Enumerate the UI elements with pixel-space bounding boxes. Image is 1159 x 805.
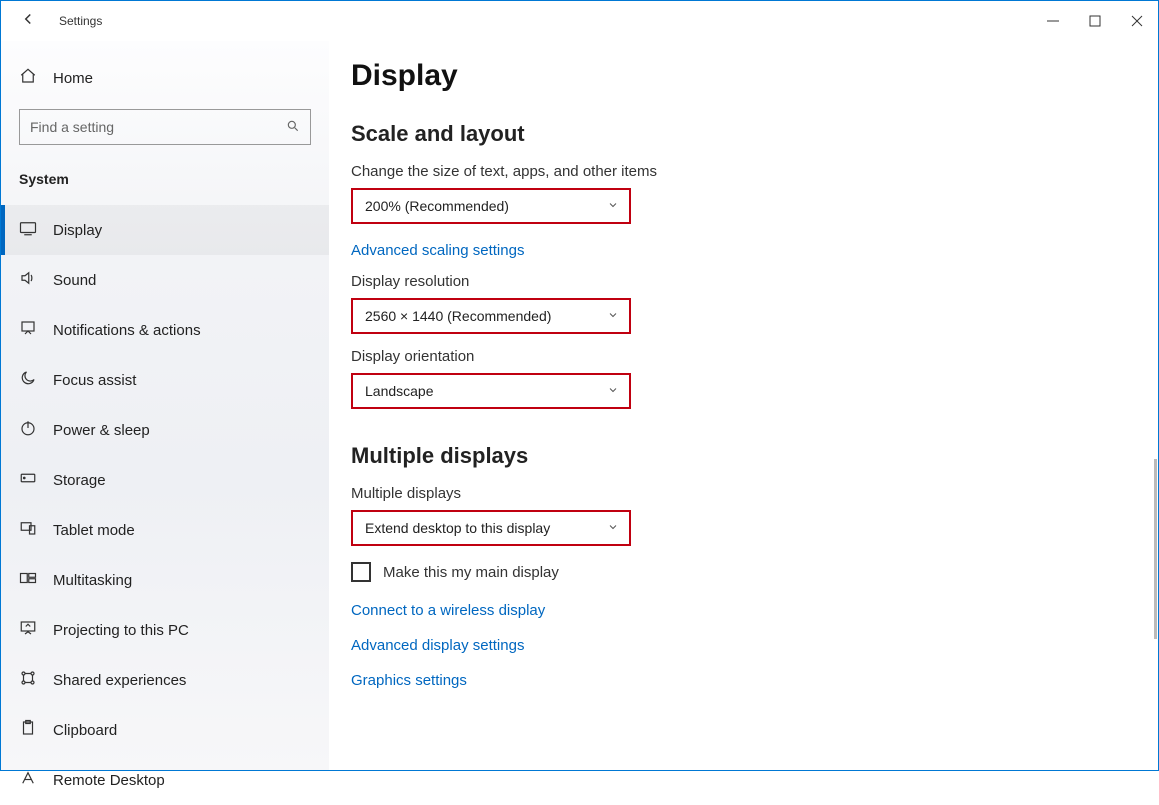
connect-wireless-link[interactable]: Connect to a wireless display [351,602,1128,619]
sidebar-item-projecting[interactable]: Projecting to this PC [1,605,329,655]
graphics-settings-link[interactable]: Graphics settings [351,672,1128,689]
search-placeholder: Find a setting [30,119,114,135]
resolution-dropdown[interactable]: 2560 × 1440 (Recommended) [351,298,631,334]
home-label: Home [53,70,93,87]
home-icon [19,67,37,89]
sidebar-item-label: Multitasking [53,572,132,589]
tablet-mode-icon [19,519,37,541]
search-input[interactable]: Find a setting [19,109,311,145]
main-display-checkbox-row[interactable]: Make this my main display [351,562,1128,582]
scrollbar-thumb[interactable] [1154,459,1157,639]
maximize-button[interactable] [1088,14,1102,28]
sidebar-item-tablet-mode[interactable]: Tablet mode [1,505,329,555]
display-icon [19,219,37,241]
sidebar-item-multitasking[interactable]: Multitasking [1,555,329,605]
multiple-displays-value: Extend desktop to this display [365,520,550,536]
sidebar-item-label: Storage [53,472,106,489]
app-title: Settings [59,14,102,28]
resolution-value: 2560 × 1440 (Recommended) [365,308,551,324]
scale-dropdown[interactable]: 200% (Recommended) [351,188,631,224]
chevron-down-icon [607,198,619,214]
sidebar-item-remote-desktop[interactable]: Remote Desktop [1,755,329,805]
sidebar-item-label: Projecting to this PC [53,622,189,639]
notifications-icon [19,319,37,341]
remote-desktop-icon [19,769,37,791]
power-icon [19,419,37,441]
scale-label: Change the size of text, apps, and other… [351,163,1128,180]
main-display-checkbox-label: Make this my main display [383,564,559,581]
sidebar-item-clipboard[interactable]: Clipboard [1,705,329,755]
advanced-scaling-link[interactable]: Advanced scaling settings [351,242,1128,259]
advanced-display-link[interactable]: Advanced display settings [351,637,1128,654]
storage-icon [19,469,37,491]
sidebar-item-storage[interactable]: Storage [1,455,329,505]
sidebar-item-focus-assist[interactable]: Focus assist [1,355,329,405]
section-multiple-displays: Multiple displays [351,443,1128,469]
sidebar-item-label: Sound [53,272,96,289]
main-content: Display Scale and layout Change the size… [329,41,1158,770]
sidebar-item-label: Focus assist [53,372,136,389]
orientation-label: Display orientation [351,348,1128,365]
sidebar-item-display[interactable]: Display [1,205,329,255]
section-scale-layout: Scale and layout [351,121,1128,147]
sidebar-group-label: System [1,163,329,193]
orientation-dropdown[interactable]: Landscape [351,373,631,409]
search-icon [286,119,300,136]
sidebar-item-label: Remote Desktop [53,772,165,789]
sidebar-item-label: Shared experiences [53,672,186,689]
sidebar-item-label: Tablet mode [53,522,135,539]
minimize-button[interactable] [1046,14,1060,28]
shared-experiences-icon [19,669,37,691]
sidebar-item-label: Notifications & actions [53,322,201,339]
sidebar-item-label: Display [53,222,102,239]
multiple-displays-dropdown[interactable]: Extend desktop to this display [351,510,631,546]
orientation-value: Landscape [365,383,434,399]
multiple-displays-label: Multiple displays [351,485,1128,502]
checkbox-icon[interactable] [351,562,371,582]
sidebar-home[interactable]: Home [1,55,329,101]
back-button[interactable] [19,10,37,33]
scale-value: 200% (Recommended) [365,198,509,214]
titlebar: Settings [1,1,1158,41]
sound-icon [19,269,37,291]
sidebar: Home Find a setting System Display Sound… [1,41,329,770]
chevron-down-icon [607,383,619,399]
page-title: Display [351,59,1128,93]
close-button[interactable] [1130,14,1144,28]
clipboard-icon [19,719,37,741]
resolution-label: Display resolution [351,273,1128,290]
projecting-icon [19,619,37,641]
sidebar-item-shared-experiences[interactable]: Shared experiences [1,655,329,705]
focus-assist-icon [19,369,37,391]
sidebar-nav: Display Sound Notifications & actions Fo… [1,205,329,805]
sidebar-item-label: Power & sleep [53,422,150,439]
sidebar-item-sound[interactable]: Sound [1,255,329,305]
sidebar-item-notifications[interactable]: Notifications & actions [1,305,329,355]
chevron-down-icon [607,520,619,536]
window-controls [1046,14,1144,28]
sidebar-item-power-sleep[interactable]: Power & sleep [1,405,329,455]
chevron-down-icon [607,308,619,324]
sidebar-item-label: Clipboard [53,722,117,739]
multitasking-icon [19,569,37,591]
